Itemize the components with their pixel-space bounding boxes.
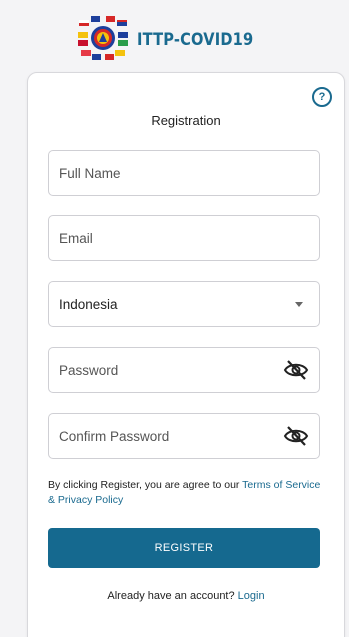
- eye-off-icon[interactable]: [283, 425, 309, 447]
- chevron-down-icon: [295, 301, 303, 307]
- terms-prefix: By clicking Register, you are agree to o…: [48, 479, 243, 491]
- login-prompt: Already have an account? Login: [28, 590, 344, 602]
- app-header: ITTP-COVID19: [0, 14, 349, 62]
- full-name-placeholder: Full Name: [59, 165, 121, 181]
- login-link[interactable]: Login: [238, 590, 265, 602]
- flags-emblem-icon: [77, 16, 128, 60]
- password-field[interactable]: Password: [48, 347, 320, 393]
- country-selected-value: Indonesia: [59, 296, 118, 312]
- confirm-password-placeholder: Confirm Password: [59, 428, 170, 444]
- help-icon[interactable]: ?: [312, 87, 332, 107]
- password-placeholder: Password: [59, 362, 119, 378]
- register-button[interactable]: REGISTER: [48, 528, 320, 568]
- registration-card: ? Registration Full Name Email Indonesia…: [27, 72, 345, 637]
- login-prompt-text: Already have an account?: [107, 590, 235, 602]
- country-select[interactable]: Indonesia: [48, 281, 320, 327]
- app-title: ITTP-COVID19: [136, 30, 254, 50]
- email-field[interactable]: Email: [48, 215, 320, 261]
- full-name-field[interactable]: Full Name: [48, 150, 320, 196]
- page-title: Registration: [151, 113, 221, 128]
- terms-notice: By clicking Register, you are agree to o…: [48, 478, 328, 508]
- confirm-password-field[interactable]: Confirm Password: [48, 413, 320, 459]
- eye-off-icon[interactable]: [283, 359, 309, 381]
- registration-page: ITTP-COVID19 ? Registration Full Name Em…: [0, 0, 349, 637]
- email-placeholder: Email: [59, 230, 93, 246]
